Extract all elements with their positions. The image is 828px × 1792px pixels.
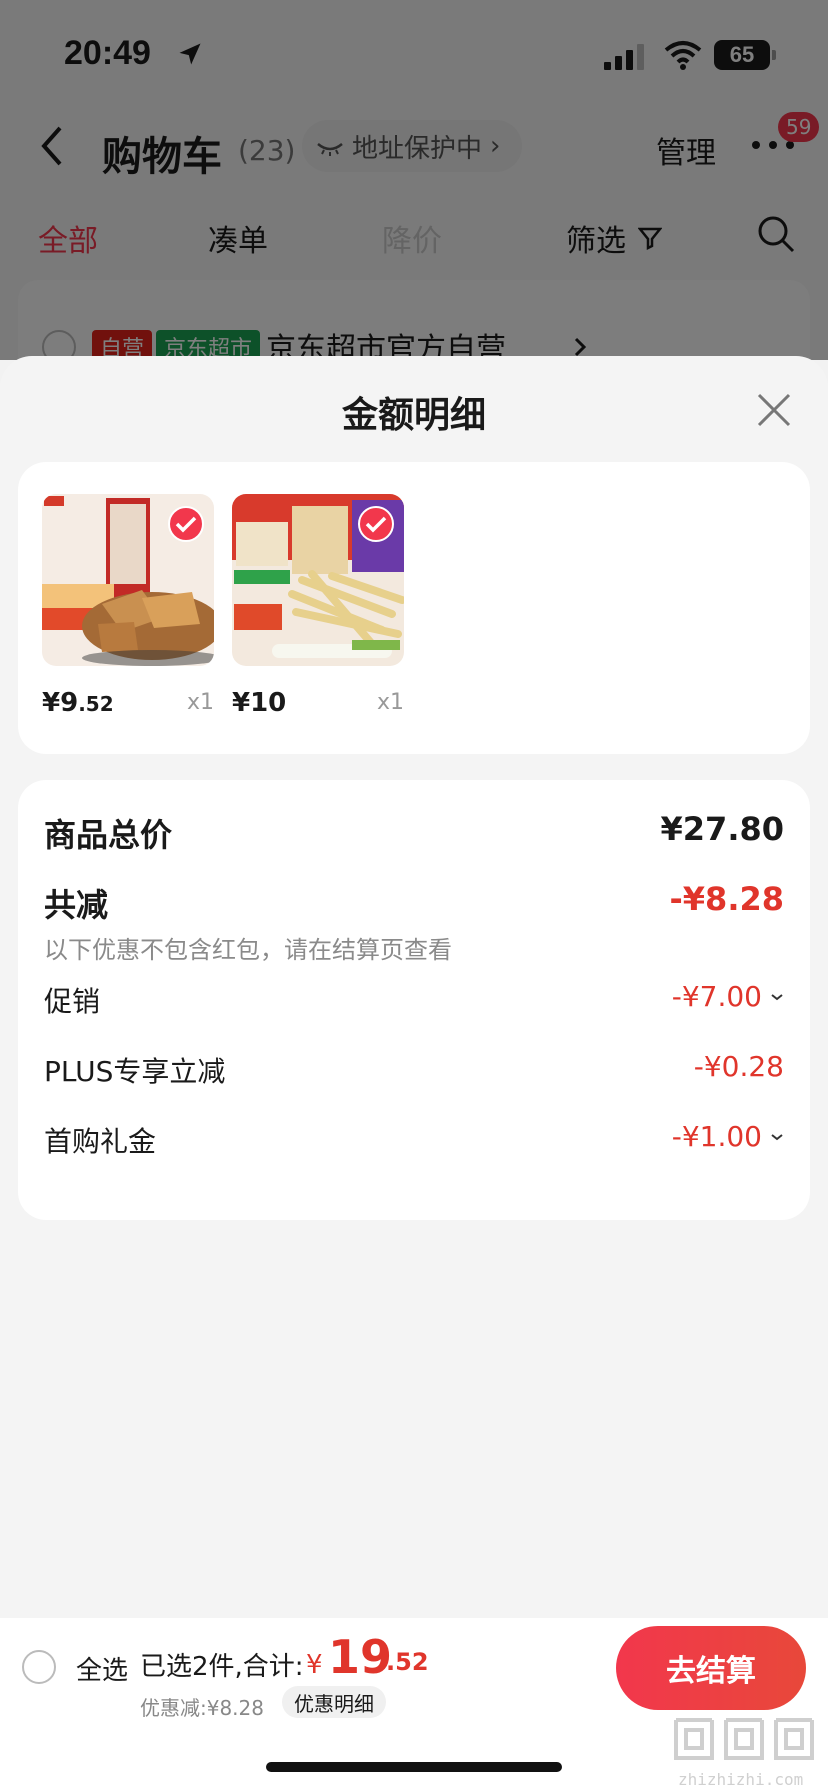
total-decimal: .52 (386, 1648, 429, 1676)
total-price-value: ¥27.80 (660, 810, 784, 848)
discount-detail-button[interactable]: 优惠明细 (282, 1686, 386, 1718)
product-thumbnail (42, 494, 214, 666)
price-integer: 10 (250, 688, 287, 718)
promotion-row[interactable]: 促销 -¥7.00 (44, 980, 784, 1020)
watermark-glyph (674, 1718, 714, 1760)
checkout-bar: 全选 已选2件,合计: ¥ 19 .52 优惠减:¥8.28 优惠明细 去结算 … (0, 1618, 828, 1792)
total-price-label: 商品总价 (44, 816, 173, 854)
first-purchase-gift-value: -¥1.00 (671, 1120, 762, 1153)
product-price: ¥9.52 (42, 688, 114, 718)
plus-discount-label: PLUS专享立减 (44, 1055, 226, 1088)
promotion-value: -¥7.00 (671, 980, 762, 1013)
total-reduction-label: 共减 (44, 886, 109, 924)
reduction-note: 以下优惠不包含红包，请在结算页查看 (44, 936, 452, 964)
chevron-down-icon (771, 1133, 783, 1140)
dim-overlay[interactable] (0, 0, 828, 360)
total-reduction-row: 共减 -¥8.28 (44, 880, 784, 924)
price-integer: 9 (60, 688, 79, 718)
amount-detail-sheet: 金额明细 ¥9.52 x1 ¥10 x1 商品总价 ¥27.80 共减 -¥8.… (0, 356, 828, 1618)
reduction-note-row: 以下优惠不包含红包，请在结算页查看 (44, 930, 784, 964)
discount-summary: 优惠减:¥8.28 (140, 1696, 264, 1720)
total-currency: ¥ (306, 1650, 323, 1680)
first-purchase-gift-row[interactable]: 首购礼金 -¥1.00 (44, 1120, 784, 1160)
promotion-label: 促销 (44, 985, 101, 1018)
total-integer: 19 (328, 1630, 393, 1684)
checkmark-icon (168, 506, 204, 542)
checkout-button[interactable]: 去结算 (616, 1626, 806, 1710)
price-currency: ¥ (42, 688, 61, 718)
plus-discount-row: PLUS专享立减 -¥0.28 (44, 1050, 784, 1090)
total-reduction-value: -¥8.28 (669, 880, 785, 918)
amount-summary-card: 商品总价 ¥27.80 共减 -¥8.28 以下优惠不包含红包，请在结算页查看 … (18, 780, 810, 1220)
watermark-glyph (724, 1718, 764, 1760)
plus-discount-value: -¥0.28 (693, 1050, 784, 1083)
product-item[interactable]: ¥9.52 x1 (42, 494, 214, 718)
watermark-logo: zhizhizhi.com (672, 1714, 822, 1792)
first-purchase-gift-value-wrap: -¥1.00 (672, 1120, 784, 1153)
price-decimal: .52 (78, 692, 114, 716)
product-item[interactable]: ¥10 x1 (232, 494, 404, 718)
price-currency: ¥ (232, 688, 251, 718)
promotion-value-wrap: -¥7.00 (672, 980, 784, 1013)
sheet-title: 金额明细 (341, 395, 486, 436)
select-all-label[interactable]: 全选 (76, 1650, 128, 1687)
watermark-url: zhizhizhi.com (678, 1770, 804, 1789)
home-indicator (266, 1762, 562, 1772)
watermark-glyph (774, 1718, 814, 1760)
checkmark-icon (358, 506, 394, 542)
chevron-down-icon (771, 993, 783, 1000)
product-price-row: ¥10 x1 (232, 684, 404, 724)
selected-info: 已选2件,合计: (140, 1652, 304, 1682)
selected-items-card: ¥9.52 x1 ¥10 x1 (18, 462, 810, 754)
product-thumbnail (232, 494, 404, 666)
product-quantity: x1 (186, 690, 214, 715)
total-price-row: 商品总价 ¥27.80 (44, 810, 784, 854)
product-price: ¥10 (232, 688, 286, 718)
select-all-radio[interactable] (22, 1650, 56, 1684)
product-quantity: x1 (376, 690, 404, 715)
product-price-row: ¥9.52 x1 (42, 684, 214, 724)
close-icon[interactable] (756, 392, 792, 428)
first-purchase-gift-label: 首购礼金 (44, 1125, 157, 1158)
